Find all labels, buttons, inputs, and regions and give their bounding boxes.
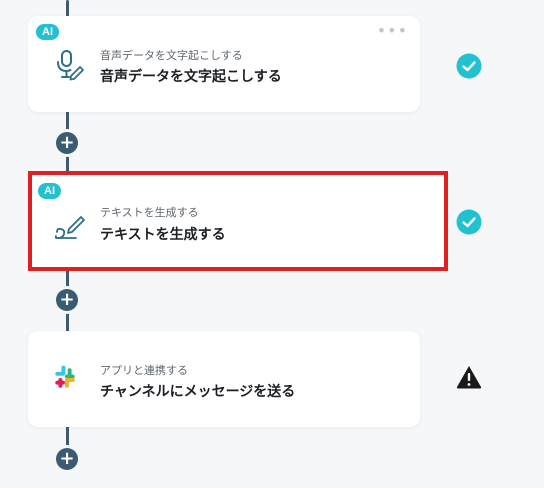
step-subtitle: 音声データを文字起こしする bbox=[100, 49, 243, 62]
flow-step-card-send-message[interactable]: アプリと連携する チャンネルにメッセージを送る bbox=[28, 331, 420, 427]
slack-icon bbox=[55, 365, 75, 388]
step-subtitle: アプリと連携する bbox=[100, 364, 188, 377]
check-circle-icon bbox=[456, 209, 482, 235]
microphone-pen-icon bbox=[57, 50, 84, 81]
step-title: テキストを生成する bbox=[100, 227, 226, 243]
ai-badge: AI bbox=[36, 24, 59, 40]
add-step-button[interactable]: + bbox=[56, 132, 78, 154]
step-title: チャンネルにメッセージを送る bbox=[100, 384, 296, 400]
check-circle-icon bbox=[456, 53, 482, 79]
add-step-button[interactable]: + bbox=[56, 448, 78, 470]
flow-step-card-transcribe[interactable]: AI ••• 音声データを文字起こしする 音声データを文字起こしする bbox=[28, 16, 420, 112]
pen-line-icon bbox=[54, 216, 85, 239]
add-step-button[interactable]: + bbox=[56, 289, 78, 311]
step-title: 音声データを文字起こしする bbox=[100, 69, 282, 85]
warning-triangle-icon bbox=[456, 366, 482, 389]
step-subtitle: テキストを生成する bbox=[100, 206, 199, 219]
ai-badge: AI bbox=[38, 183, 61, 199]
flow-step-card-generate-text[interactable]: AI テキストを生成する テキストを生成する bbox=[28, 171, 448, 271]
ellipsis-icon[interactable]: ••• bbox=[377, 23, 408, 39]
